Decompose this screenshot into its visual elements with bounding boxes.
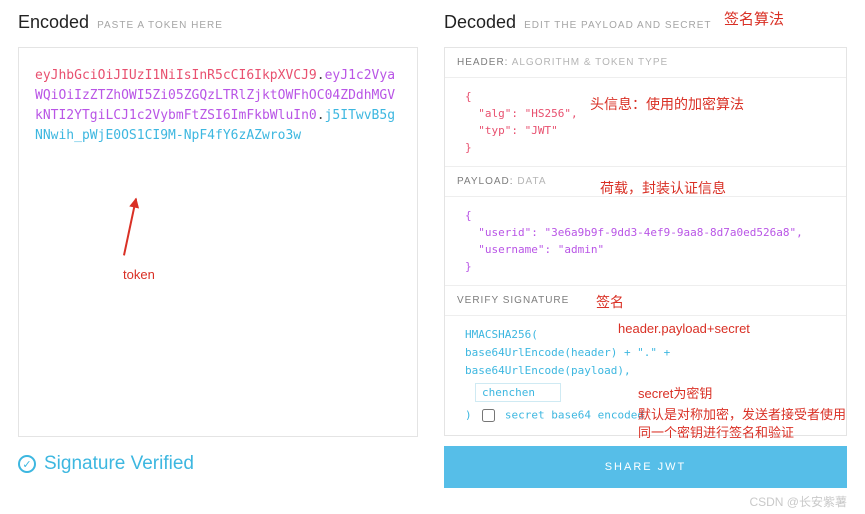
payload-sublabel: DATA <box>517 176 546 187</box>
sig-line: base64UrlEncode(header) + "." + <box>465 344 832 362</box>
decoded-subtitle: EDIT THE PAYLOAD AND SECRET <box>524 20 711 31</box>
header-sublabel: ALGORITHM & TOKEN TYPE <box>512 57 668 68</box>
secret-input[interactable] <box>475 383 561 402</box>
payload-json[interactable]: { "userid": "3e6a9b9f-9dd3-4ef9-9aa8-8d7… <box>445 197 846 286</box>
sig-close-line: ) secret base64 encoded <box>465 406 832 425</box>
verify-signature-label: VERIFY SIGNATURE <box>445 286 846 316</box>
share-jwt-button[interactable]: SHARE JWT <box>444 446 847 488</box>
token-dot: . <box>317 68 325 83</box>
decoded-heading: Decoded <box>444 12 516 33</box>
sig-line: HMACSHA256( <box>465 326 832 344</box>
signature-formula: HMACSHA256( base64UrlEncode(header) + ".… <box>445 316 846 435</box>
sig-line: base64UrlEncode(payload), <box>465 362 832 380</box>
token-header-part: eyJhbGciOiJIUzI1NiIsInR5cCI6IkpXVCJ9 <box>35 68 317 83</box>
encoded-subtitle: PASTE A TOKEN HERE <box>97 20 223 31</box>
payload-label: PAYLOAD: <box>457 176 517 187</box>
encoded-heading: Encoded <box>18 12 89 33</box>
secret-checkbox-label: secret base64 encoded <box>505 409 644 422</box>
check-circle-icon: ✓ <box>18 455 36 473</box>
payload-section-label: PAYLOAD: DATA <box>445 167 846 197</box>
header-label: HEADER: <box>457 57 512 68</box>
secret-base64-checkbox[interactable] <box>482 409 495 422</box>
header-section-label: HEADER: ALGORITHM & TOKEN TYPE <box>445 48 846 78</box>
sig-close-paren: ) <box>465 409 478 422</box>
token-dot: . <box>317 108 325 123</box>
decoded-title: Decoded EDIT THE PAYLOAD AND SECRET <box>444 12 847 33</box>
watermark: CSDN @长安紫薯 <box>749 493 847 510</box>
header-json[interactable]: { "alg": "HS256", "typ": "JWT" } <box>445 78 846 167</box>
arrow-icon <box>123 198 137 255</box>
decoded-panel: HEADER: ALGORITHM & TOKEN TYPE { "alg": … <box>444 47 847 436</box>
encoded-title: Encoded PASTE A TOKEN HERE <box>18 12 418 33</box>
signature-verified-status: ✓ Signature Verified <box>18 453 418 475</box>
annotation-token: token <box>123 266 155 284</box>
signature-verified-text: Signature Verified <box>44 453 194 475</box>
encoded-token-box[interactable]: eyJhbGciOiJIUzI1NiIsInR5cCI6IkpXVCJ9.eyJ… <box>18 47 418 437</box>
